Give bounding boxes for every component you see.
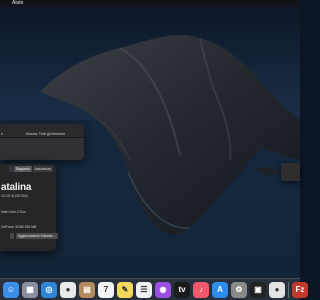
menu-item-help[interactable]: Aiuto xyxy=(12,0,23,7)
filezilla-icon[interactable]: Fz xyxy=(292,281,308,298)
dock: ☺ ▦ ◎ ● ▤ 7 ✎ ☰ ◉ tv ♪ A ⚙ ▣ ● Fz xyxy=(0,278,308,300)
about-this-mac-window: Supporto Assistenza atalina 10.15.4(19E2… xyxy=(0,164,58,251)
partial-window[interactable] xyxy=(281,163,300,181)
tab-support[interactable]: Supporto xyxy=(13,166,32,172)
finder-window: e Mostra: Tutti gli elementi xyxy=(0,124,84,160)
calendar-icon[interactable]: 7 xyxy=(98,281,114,298)
show-all-dropdown[interactable]: Mostra: Tutti gli elementi xyxy=(26,132,65,136)
menu-bar: Aiuto xyxy=(0,0,300,7)
finder-label: e xyxy=(1,132,3,136)
apple-tv-icon[interactable]: tv xyxy=(174,281,190,298)
tab-service[interactable]: Assistenza xyxy=(32,166,53,172)
contacts-icon[interactable]: ▤ xyxy=(79,281,95,298)
spec-line: Intel Core 2 Duo xyxy=(1,210,26,214)
system-report-button[interactable] xyxy=(10,233,14,239)
about-buttons: Aggiornamento Software... xyxy=(0,233,58,239)
reminders-icon[interactable]: ☰ xyxy=(136,281,152,298)
activity-monitor-icon[interactable]: ▣ xyxy=(250,281,266,298)
music-icon[interactable]: ♪ xyxy=(193,281,209,298)
about-tabs: Supporto Assistenza xyxy=(0,166,56,174)
chrome-dev-icon[interactable]: ● xyxy=(269,281,285,298)
spec-line: GeForce 320M 256 MB xyxy=(1,225,37,229)
os-name: atalina xyxy=(1,182,32,193)
podcasts-icon[interactable]: ◉ xyxy=(155,281,171,298)
tab-overview[interactable] xyxy=(8,166,13,172)
safari-icon[interactable]: ◎ xyxy=(41,281,57,298)
system-preferences-icon[interactable]: ⚙ xyxy=(231,281,247,298)
software-update-button[interactable]: Aggiornamento Software... xyxy=(16,233,58,239)
dock-separator xyxy=(288,281,289,298)
finder-icon[interactable]: ☺ xyxy=(3,281,19,298)
notes-icon[interactable]: ✎ xyxy=(117,281,133,298)
app-store-icon[interactable]: A xyxy=(212,281,228,298)
os-version: 10.15.4(19E266) xyxy=(1,194,28,198)
chrome-icon[interactable]: ● xyxy=(60,281,76,298)
launchpad-icon[interactable]: ▦ xyxy=(22,281,38,298)
